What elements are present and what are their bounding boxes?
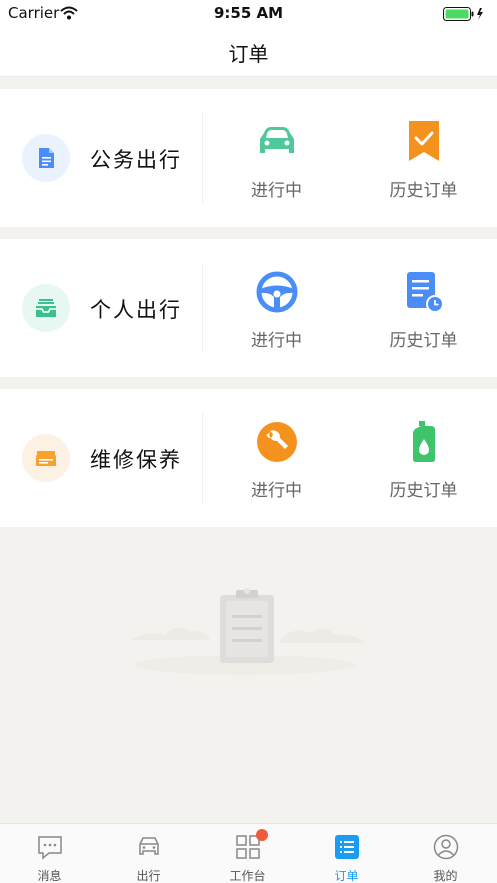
order-category-maintenance: 维修保养 进行中 历史订单 (0, 389, 497, 527)
tickets-icon (36, 451, 56, 466)
car-icon (259, 127, 294, 153)
category-label: 维修保养 (90, 448, 182, 472)
battery-icon (443, 6, 487, 25)
category-icon-circle (22, 284, 70, 332)
tab-label: 消息 (37, 869, 62, 883)
car-icon (138, 837, 159, 855)
action-label: 历史订单 (389, 331, 458, 351)
steering-wheel-icon (256, 271, 297, 313)
action-label: 历史订单 (389, 481, 458, 501)
message-icon (37, 836, 62, 860)
navigation-bar: 订单 (0, 26, 497, 77)
notification-badge (256, 829, 268, 841)
inbox-icon (36, 299, 56, 317)
order-category-official-travel: 公务出行 进行中 历史订单 (0, 89, 497, 227)
bookmark-check-icon (408, 121, 439, 161)
tab-messages[interactable]: 消息 (0, 824, 99, 883)
tab-label: 出行 (136, 869, 161, 883)
list-icon (334, 835, 359, 859)
action-label: 历史订单 (389, 181, 458, 201)
profile-icon (433, 834, 458, 860)
status-bar: Carrier 9:55 AM (0, 0, 497, 26)
tab-profile[interactable]: 我的 (396, 824, 495, 883)
oil-can-icon (412, 421, 435, 462)
official-travel-in-progress-button[interactable]: 进行中 (203, 89, 350, 227)
empty-clipboard-illustration (130, 588, 365, 675)
tab-workbench[interactable]: 工作台 (198, 824, 297, 883)
category-icon-circle (22, 434, 70, 482)
document-clock-icon (406, 272, 444, 313)
official-travel-history-button[interactable]: 历史订单 (350, 89, 497, 227)
action-label: 进行中 (251, 331, 302, 351)
wrench-icon (256, 422, 297, 462)
category-label: 个人出行 (90, 298, 182, 322)
tab-orders[interactable]: 订单 (297, 824, 396, 883)
category-icon-circle (22, 134, 70, 182)
maintenance-in-progress-button[interactable]: 进行中 (203, 389, 350, 527)
personal-travel-in-progress-button[interactable]: 进行中 (203, 239, 350, 377)
order-category-personal-travel: 个人出行 进行中 历史订单 (0, 239, 497, 377)
tab-travel[interactable]: 出行 (99, 824, 198, 883)
status-time: 9:55 AM (213, 4, 284, 22)
tab-label: 我的 (433, 869, 458, 883)
maintenance-history-button[interactable]: 历史订单 (350, 389, 497, 527)
category-label: 公务出行 (90, 148, 182, 172)
tab-bar: 消息 出行 工作台 订单 我的 (0, 823, 497, 883)
document-icon (39, 148, 54, 168)
action-label: 进行中 (251, 481, 302, 501)
action-label: 进行中 (251, 181, 302, 201)
tab-label: 工作台 (229, 869, 266, 883)
tab-label: 订单 (334, 869, 359, 883)
page-title: 订单 (228, 42, 269, 66)
personal-travel-history-button[interactable]: 历史订单 (350, 239, 497, 377)
